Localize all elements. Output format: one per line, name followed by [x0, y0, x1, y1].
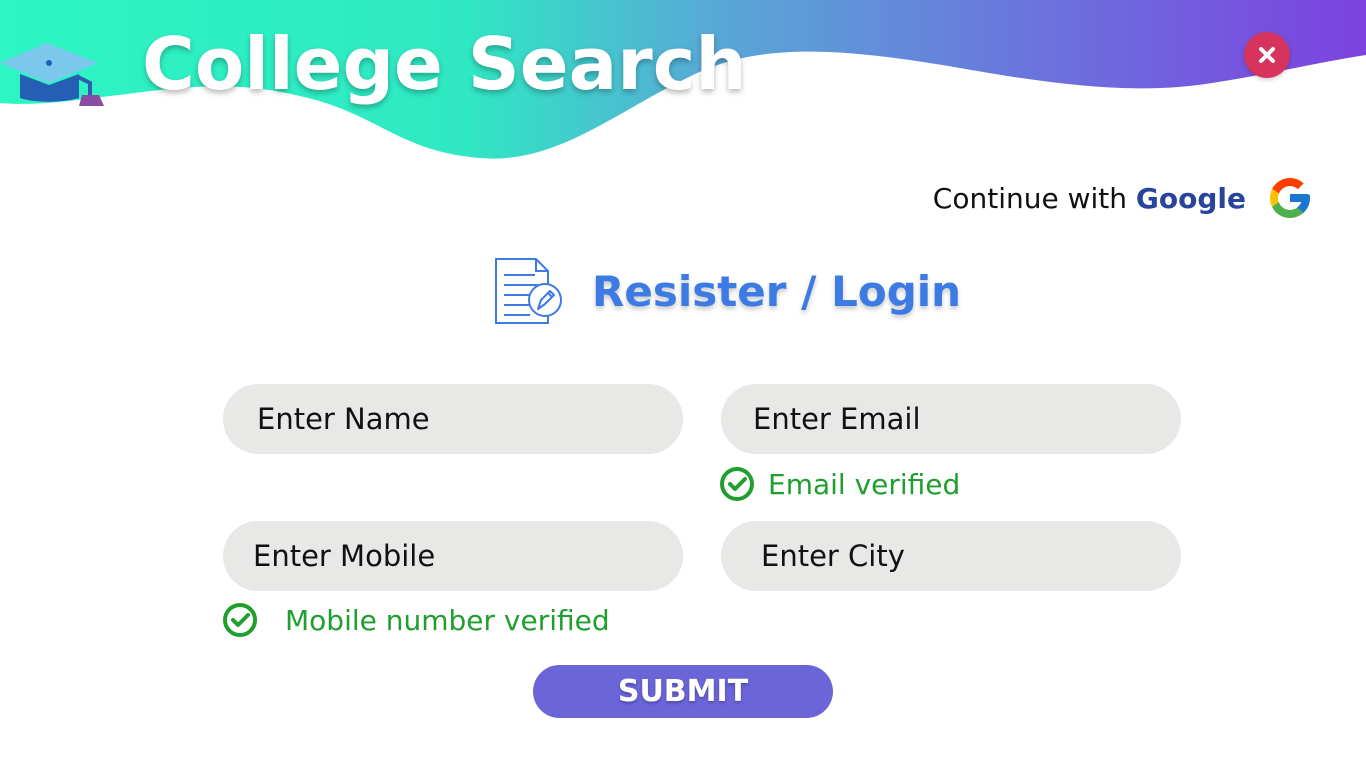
email-verified-text: Email verified [768, 467, 961, 501]
college-search-login-page: College Search Continue with Google Resi… [0, 0, 1366, 768]
mobile-verified-text: Mobile number verified [285, 603, 610, 637]
mobile-field[interactable] [223, 521, 683, 591]
name-input[interactable] [253, 401, 653, 437]
graduation-cap-icon [0, 43, 104, 106]
close-button[interactable] [1244, 32, 1290, 78]
email-verified-status: Email verified [719, 466, 960, 502]
document-edit-icon [495, 258, 562, 324]
form-title: Resister / Login [592, 266, 962, 316]
mobile-verified-status: Mobile number verified [222, 602, 610, 638]
google-prefix-text: Continue with [932, 181, 1127, 215]
email-input[interactable] [751, 401, 1151, 437]
check-circle-icon [223, 603, 257, 637]
google-brand-text: Google [1135, 181, 1246, 215]
google-login-label: Continue with Google [933, 182, 1246, 215]
mobile-input[interactable] [253, 538, 653, 574]
app-title: College Search [142, 22, 747, 106]
register-login-heading: Resister / Login [490, 255, 961, 327]
name-field[interactable] [223, 384, 683, 454]
city-field[interactable] [721, 521, 1181, 591]
city-input[interactable] [751, 538, 1151, 574]
continue-with-google-button[interactable]: Continue with Google [933, 172, 1314, 224]
close-icon [1259, 47, 1275, 63]
submit-button[interactable]: SUBMIT [533, 665, 833, 718]
google-g-icon [1270, 178, 1310, 218]
check-circle-icon [720, 467, 754, 501]
email-field[interactable] [721, 384, 1181, 454]
